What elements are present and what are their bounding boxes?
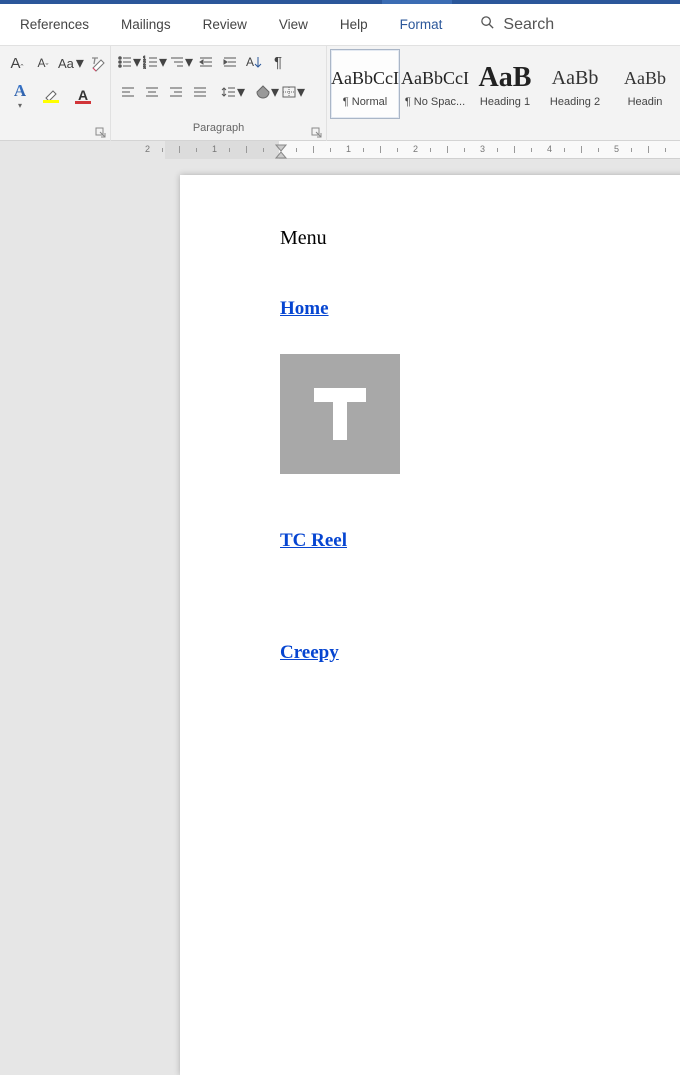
- svg-text:3: 3: [143, 66, 146, 69]
- borders-button[interactable]: ▾: [281, 80, 305, 104]
- align-left-button[interactable]: [117, 80, 139, 104]
- grow-font-button[interactable]: Aˆ: [6, 51, 28, 75]
- show-marks-button[interactable]: ¶: [267, 50, 289, 74]
- align-right-button[interactable]: [165, 80, 187, 104]
- search-label: Search: [503, 16, 554, 34]
- numbering-button[interactable]: 123▾: [143, 50, 167, 74]
- line-spacing-button[interactable]: ▾: [221, 80, 245, 104]
- image-placeholder[interactable]: [280, 354, 400, 474]
- shrink-font-button[interactable]: Aˇ: [32, 51, 54, 75]
- font-color-button[interactable]: A: [68, 83, 98, 107]
- document-page[interactable]: Menu Home TC Reel Creepy: [180, 175, 680, 1075]
- text-effects-button[interactable]: A ▾: [6, 83, 34, 107]
- paragraph-dialog-launcher[interactable]: [311, 126, 323, 138]
- tab-review[interactable]: Review: [187, 4, 263, 46]
- style-item-0[interactable]: AaBbCcI¶ Normal: [330, 49, 400, 119]
- doc-link-home[interactable]: Home: [280, 298, 680, 320]
- placeholder-t-icon: [314, 388, 366, 440]
- search-icon: [480, 15, 495, 35]
- style-item-4[interactable]: AaBbHeadin: [610, 49, 680, 119]
- tab-references[interactable]: References: [4, 4, 105, 46]
- style-item-2[interactable]: AaBHeading 1: [470, 49, 540, 119]
- paragraph-group-label: Paragraph: [111, 121, 326, 139]
- style-gallery[interactable]: AaBbCcI¶ NormalAaBbCcI¶ No Spac...AaBHea…: [327, 46, 680, 119]
- style-item-1[interactable]: AaBbCcI¶ No Spac...: [400, 49, 470, 119]
- workspace: 2112345678 Menu Home TC Reel Creepy: [0, 141, 680, 656]
- align-center-button[interactable]: [141, 80, 163, 104]
- search-box[interactable]: Search: [458, 15, 554, 35]
- style-item-3[interactable]: AaBbHeading 2: [540, 49, 610, 119]
- highlight-button[interactable]: [36, 83, 66, 107]
- tab-format[interactable]: Format: [384, 4, 459, 46]
- multilevel-list-button[interactable]: ▾: [169, 50, 193, 74]
- doc-link-creepy[interactable]: Creepy: [280, 642, 680, 664]
- indent-marker-icon[interactable]: [275, 141, 287, 159]
- tab-help[interactable]: Help: [324, 4, 384, 46]
- title-bar-tab: [382, 0, 452, 4]
- tab-view[interactable]: View: [263, 4, 324, 46]
- horizontal-ruler[interactable]: 2112345678: [165, 141, 680, 159]
- increase-indent-button[interactable]: [219, 50, 241, 74]
- ribbon: Aˆ Aˇ Aa▾ A ▾ A: [0, 46, 680, 141]
- decrease-indent-button[interactable]: [195, 50, 217, 74]
- styles-group: AaBbCcI¶ NormalAaBbCcI¶ No Spac...AaBHea…: [327, 46, 680, 141]
- font-group: Aˆ Aˇ Aa▾ A ▾ A: [0, 46, 111, 141]
- doc-text-menu[interactable]: Menu: [280, 227, 680, 250]
- doc-link-tcreel[interactable]: TC Reel: [280, 530, 680, 552]
- font-dialog-launcher[interactable]: [95, 126, 107, 138]
- change-case-button[interactable]: Aa▾: [58, 51, 84, 75]
- shading-button[interactable]: ▾: [255, 80, 279, 104]
- paragraph-group: ▾ 123▾ ▾ A ¶ ▾ ▾ ▾ Paragraph: [111, 46, 327, 141]
- tab-mailings[interactable]: Mailings: [105, 4, 187, 46]
- clear-formatting-button[interactable]: [88, 51, 110, 75]
- bullets-button[interactable]: ▾: [117, 50, 141, 74]
- menu-bar: References Mailings Review View Help For…: [0, 4, 680, 46]
- justify-button[interactable]: [189, 80, 211, 104]
- sort-button[interactable]: A: [243, 50, 265, 74]
